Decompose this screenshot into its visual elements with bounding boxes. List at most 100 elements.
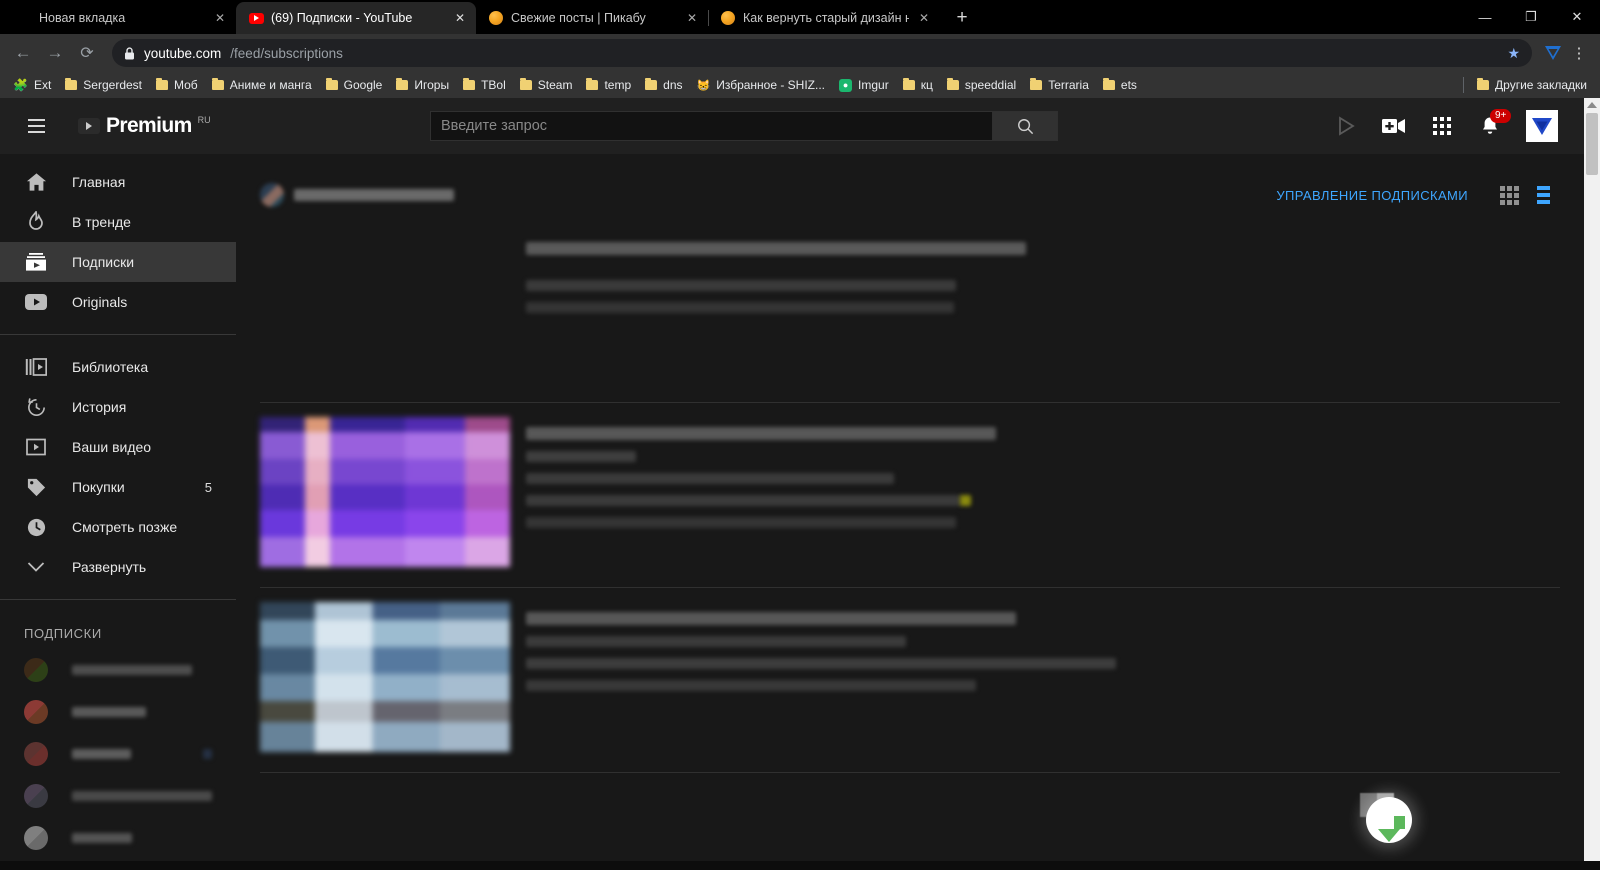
browser-tab-4[interactable]: Как вернуть старый дизайн на Y ✕	[708, 2, 940, 34]
subscription-list-item[interactable]	[0, 691, 236, 733]
sidebar-item-label: Подписки	[72, 254, 135, 270]
channel-name-redacted	[72, 833, 132, 843]
bookmark-sergerdest[interactable]: Sergerdest	[58, 76, 149, 94]
bookmark-mob[interactable]: Моб	[149, 76, 205, 94]
grid-view-icon[interactable]	[1492, 180, 1526, 210]
subscription-list-item[interactable]	[0, 859, 236, 861]
subscription-list-item[interactable]	[0, 733, 236, 775]
tab-close-icon[interactable]: ✕	[916, 10, 932, 26]
sidebar-item-label: В тренде	[72, 214, 131, 230]
scrollbar-thumb[interactable]	[1586, 113, 1598, 175]
list-view-icon[interactable]	[1526, 180, 1560, 210]
chevron-down-icon	[24, 555, 48, 579]
trending-flame-icon	[24, 210, 48, 234]
notifications-icon[interactable]: 9+	[1478, 109, 1512, 138]
sidebar-item-library[interactable]: Библиотека	[0, 347, 236, 387]
search-input[interactable]: Введите запрос	[430, 111, 993, 141]
sidebar-item-watch-later[interactable]: Смотреть позже	[0, 507, 236, 547]
subscription-list-item[interactable]	[0, 775, 236, 817]
scroll-up-arrow-icon[interactable]	[1587, 102, 1597, 108]
subscriptions-feed: УПРАВЛЕНИЕ ПОДПИСКАМИ	[236, 154, 1584, 861]
bookmark-imgur[interactable]: ● Imgur	[832, 76, 896, 94]
back-icon[interactable]: ←	[8, 38, 38, 68]
pikabu-icon	[720, 10, 736, 26]
folder-icon	[65, 78, 78, 90]
apps-grid-icon[interactable]	[1430, 114, 1454, 138]
tab-close-icon[interactable]: ✕	[452, 10, 468, 26]
bookmark-steam[interactable]: Steam	[513, 76, 580, 94]
bookmark-label: Игоры	[414, 78, 450, 92]
forward-icon[interactable]: →	[40, 38, 70, 68]
video-row[interactable]	[260, 403, 1560, 588]
youtube-premium-logo[interactable]: Premium RU	[78, 113, 211, 139]
browser-menu-icon[interactable]: ⋮	[1566, 38, 1592, 68]
vpn-extension-icon[interactable]	[1542, 42, 1564, 64]
download-indicator-button[interactable]	[1366, 796, 1412, 843]
create-video-icon[interactable]	[1382, 114, 1406, 138]
sidebar-item-home[interactable]: Главная	[0, 162, 236, 202]
browser-tab-2[interactable]: (69) Подписки - YouTube ✕	[236, 2, 476, 34]
subscription-list-item[interactable]	[0, 817, 236, 859]
video-row[interactable]	[260, 588, 1560, 773]
bookmark-temp[interactable]: temp	[579, 76, 638, 94]
bookmark-igory[interactable]: Игоры	[389, 76, 456, 94]
browser-tab-1[interactable]: Новая вкладка ✕	[4, 2, 236, 34]
sidebar-item-label: История	[72, 399, 127, 415]
manage-subscriptions-link[interactable]: УПРАВЛЕНИЕ ПОДПИСКАМИ	[1276, 188, 1468, 203]
bookmark-ets[interactable]: ets	[1096, 76, 1144, 94]
bookmark-label: Sergerdest	[83, 78, 142, 92]
sidebar-item-originals[interactable]: Originals	[0, 282, 236, 322]
bookmark-speeddial[interactable]: speeddial	[940, 76, 1023, 94]
bookmark-label: TBol	[481, 78, 506, 92]
tab-close-icon[interactable]: ✕	[684, 10, 700, 26]
subscription-list-item[interactable]	[0, 649, 236, 691]
new-tab-button[interactable]: +	[948, 4, 976, 32]
bookmark-terraria[interactable]: Terraria	[1023, 76, 1096, 94]
video-channel-redacted	[526, 451, 636, 462]
sidebar-item-count: 5	[204, 479, 212, 495]
library-icon	[24, 355, 48, 379]
bookmark-shiz[interactable]: 😸 Избранное - SHIZ...	[690, 76, 833, 94]
page-scrollbar[interactable]	[1584, 98, 1600, 861]
bookmarks-divider	[1463, 77, 1465, 93]
bookmark-label: Избранное - SHIZ...	[716, 78, 826, 92]
bookmark-tbol[interactable]: TBol	[456, 76, 513, 94]
bookmark-star-icon[interactable]: ★	[1507, 45, 1520, 62]
tab-title: Свежие посты | Пикабу	[511, 11, 646, 25]
tab-close-icon[interactable]: ✕	[212, 10, 228, 26]
maximize-button[interactable]: ❐	[1508, 0, 1554, 34]
video-thumbnail[interactable]	[260, 417, 510, 567]
sidebar-item-history[interactable]: История	[0, 387, 236, 427]
bookmark-google[interactable]: Google	[319, 76, 390, 94]
video-thumbnail[interactable]	[260, 602, 510, 752]
sidebar-item-label: Ваши видео	[72, 439, 152, 455]
address-bar[interactable]: youtube.com/feed/subscriptions ★	[112, 39, 1532, 67]
video-stats-line	[526, 495, 971, 506]
bookmark-kc[interactable]: кц	[896, 76, 940, 94]
sidebar-item-expand[interactable]: Развернуть	[0, 547, 236, 587]
user-avatar[interactable]	[1526, 110, 1558, 142]
sidebar-item-label: Смотреть позже	[72, 519, 178, 535]
sidebar-item-your-videos[interactable]: Ваши видео	[0, 427, 236, 467]
other-bookmarks-button[interactable]: Другие закладки	[1470, 76, 1594, 94]
cast-icon[interactable]	[1334, 114, 1358, 138]
minimize-button[interactable]: —	[1462, 0, 1508, 34]
search-button[interactable]	[993, 111, 1058, 141]
bookmark-dns[interactable]: dns	[638, 76, 689, 94]
close-window-button[interactable]: ✕	[1554, 0, 1600, 34]
sidebar-item-purchases[interactable]: Покупки 5	[0, 467, 236, 507]
video-thumbnail[interactable]	[260, 232, 510, 382]
channel-avatar	[260, 183, 284, 207]
sidebar-item-label: Покупки	[72, 479, 125, 495]
sidebar-item-trending[interactable]: В тренде	[0, 202, 236, 242]
hamburger-icon[interactable]	[16, 106, 56, 146]
sidebar-item-label: Originals	[72, 294, 128, 310]
browser-tab-3[interactable]: Свежие посты | Пикабу ✕	[476, 2, 708, 34]
folder-icon	[396, 78, 409, 90]
sidebar-item-subscriptions[interactable]: Подписки	[0, 242, 236, 282]
bookmark-ext[interactable]: 🧩 Ext	[6, 76, 58, 94]
video-row[interactable]	[260, 218, 1560, 403]
bookmark-anime[interactable]: Аниме и манга	[205, 76, 319, 94]
video-extra-redacted	[526, 517, 956, 528]
reload-icon[interactable]: ⟳	[72, 38, 102, 68]
